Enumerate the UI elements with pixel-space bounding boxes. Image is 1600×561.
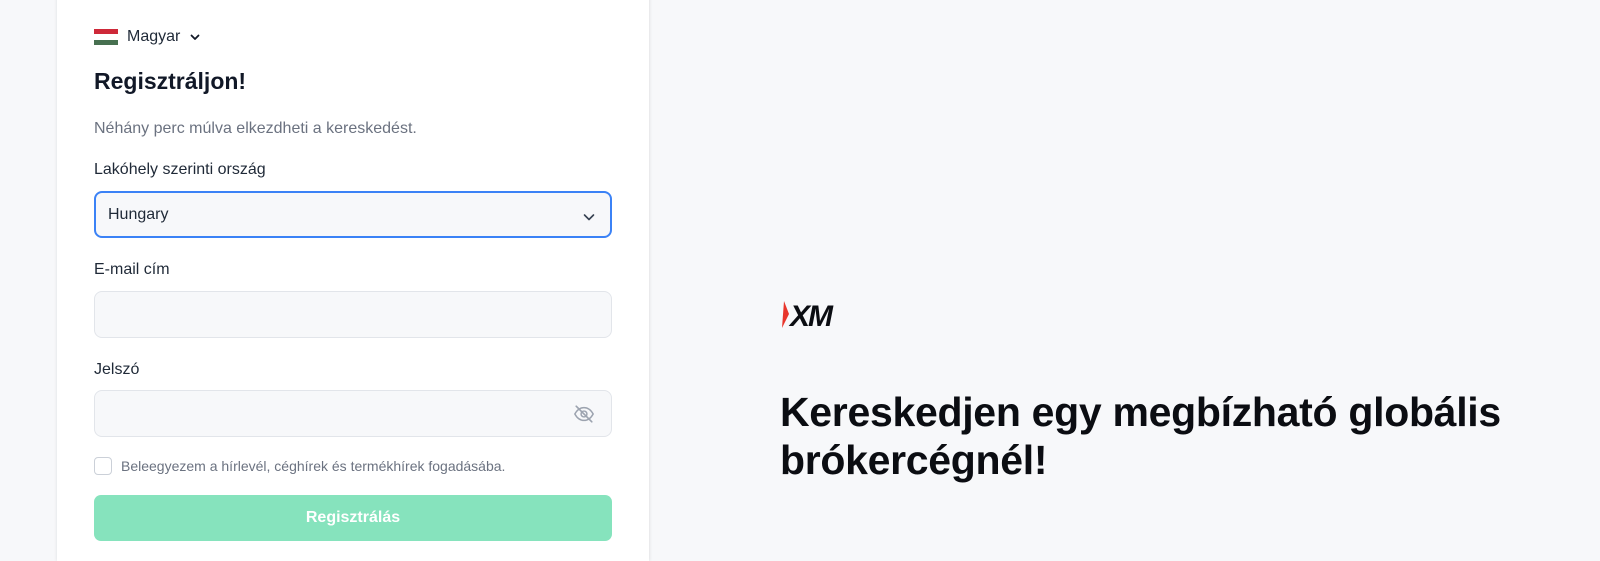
country-select[interactable]: Hungary (94, 191, 612, 238)
newsletter-consent: Beleegyezem a hírlevél, céghírek és term… (94, 457, 505, 475)
page-background-left (0, 0, 57, 551)
hungary-flag-icon (94, 29, 118, 45)
page-subtitle: Néhány perc múlva elkezdheti a kereskedé… (94, 120, 417, 137)
password-label: Jelszó (94, 361, 140, 378)
xm-logo: XM (782, 300, 836, 330)
email-field[interactable] (94, 291, 612, 338)
newsletter-label: Beleegyezem a hírlevél, céghírek és term… (121, 458, 506, 474)
page-title: Regisztráljon! (94, 68, 247, 94)
svg-text:XM: XM (788, 300, 834, 330)
hero-headline: Kereskedjen egy megbízható globális brók… (780, 389, 1501, 483)
eye-off-icon[interactable] (573, 403, 595, 425)
register-button[interactable]: Regisztrálás (94, 495, 612, 541)
password-field[interactable] (94, 390, 612, 437)
chevron-down-icon (583, 214, 595, 221)
chevron-down-icon (190, 34, 200, 40)
language-label: Magyar (127, 28, 181, 45)
language-selector[interactable]: Magyar (94, 27, 201, 47)
newsletter-checkbox[interactable] (94, 457, 112, 475)
country-select-value: Hungary (108, 206, 169, 223)
email-label: E-mail cím (94, 261, 170, 278)
country-label: Lakóhely szerinti ország (94, 161, 266, 178)
